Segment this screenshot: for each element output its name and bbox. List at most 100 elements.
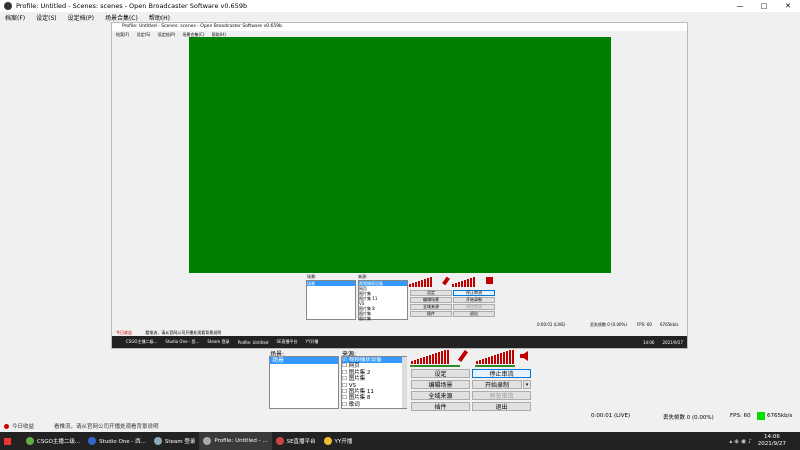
inner-status-message: 看推流，请从官网公司开播处观看背景说明: [145, 330, 222, 335]
source-name: 图片集: [348, 376, 366, 383]
stream-time: 0:00:01 (LIVE): [591, 413, 631, 419]
taskbar-item-label: Steam 登录: [164, 439, 196, 445]
edit-scene-button[interactable]: 编辑场景: [411, 380, 470, 389]
inner-window-title: Profile: Untitled - Scenes: scenes - Ope…: [122, 24, 282, 29]
taskbar-item-label: Profile: Untitled - ...: [214, 438, 268, 444]
title-bar: Profile: Untitled - Scenes: scenes - Ope…: [0, 0, 800, 12]
sources-list[interactable]: ☑ 视频捕获设备 ☐ 网页 ☐ 图片集 2 ☐ 图片集 ☐ VS ☐ 图片集 1…: [341, 356, 407, 409]
exit-button[interactable]: 退出: [472, 402, 531, 411]
inner-sources-list: 视频捕获设备 网页 图片集 图片集 11 VS 图片集 8 图片集 图片集: [358, 280, 408, 321]
dropped-frames: 丢失帧数 0 (0.00%): [663, 415, 714, 421]
taskbar-item-studio-one[interactable]: Studio One - 西...: [84, 432, 150, 450]
global-sources-button[interactable]: 全域来源: [411, 391, 470, 400]
checkbox-icon[interactable]: ☐: [342, 376, 347, 382]
stream-preview: [189, 37, 611, 273]
inner-menu-settings: 设定(S): [136, 32, 151, 37]
inner-menu-file: 档案(F): [116, 32, 130, 37]
bitrate-readout: 6765kb/s: [767, 413, 793, 419]
inner-global-sources-button: 全域来源: [410, 304, 452, 310]
inner-status-line: 今日收益 看推流，请从官网公司开播处观看背景说明: [112, 329, 687, 336]
checkbox-icon[interactable]: ☐: [342, 370, 347, 376]
record-options-dropdown[interactable]: ▾: [523, 380, 531, 389]
inner-title-bar: Profile: Untitled - Scenes: scenes - Ope…: [112, 23, 687, 31]
checkbox-icon[interactable]: ☐: [342, 363, 347, 369]
source-name: 歌词: [348, 401, 360, 408]
taskbar-item-csgo[interactable]: CSGO主播二级...: [22, 432, 84, 450]
notice-label: 今日收益: [12, 424, 35, 430]
inner-taskbar-item: SE直播平台: [276, 339, 298, 344]
fps-indicator: [757, 412, 765, 420]
inner-status-time: 0:00:01 (LIVE): [537, 322, 566, 327]
close-button[interactable]: ✕: [776, 0, 800, 12]
inner-plugins-button: 插件: [410, 311, 452, 317]
inner-start-record-button: 开始录制: [453, 297, 495, 303]
window-title: Profile: Untitled - Scenes: scenes - Ope…: [16, 2, 248, 10]
plugins-button[interactable]: 插件: [411, 402, 470, 411]
taskbar-item-label: Studio One - 西...: [99, 439, 146, 445]
inner-scenes-list: 场景: [306, 280, 356, 320]
notice-message: 看推流，请从官网公司开播处观看背景说明: [54, 424, 159, 430]
inner-speaker-icon: [486, 277, 493, 284]
source-name: 图片集 2: [348, 369, 371, 376]
checkbox-icon[interactable]: ☐: [342, 395, 347, 401]
microphone-icon[interactable]: [457, 349, 469, 363]
clock-date: 2021/9/27: [757, 441, 786, 447]
info-icon: [4, 423, 9, 429]
inner-taskbar-item: YY开播: [305, 339, 319, 344]
taskbar-item-obs[interactable]: Profile: Untitled - ...: [199, 432, 272, 450]
checkbox-icon[interactable]: ☐: [342, 402, 347, 408]
inner-edit-scene-button: 编辑场景: [410, 297, 452, 303]
desktop-audio-slider[interactable]: [410, 365, 460, 367]
menu-settings[interactable]: 设定(S): [36, 13, 57, 22]
inner-taskbar-item: CSGO主播二级...: [126, 339, 158, 344]
scene-item[interactable]: 场景: [270, 357, 338, 364]
inner-taskbar-date: 2021/9/27: [662, 339, 683, 345]
inner-preview-button: 预览串流: [453, 304, 495, 310]
inner-exit-button: 退出: [453, 311, 495, 317]
minimize-button[interactable]: —: [728, 0, 752, 12]
menu-profile[interactable]: 设定档(P): [68, 13, 94, 22]
clock[interactable]: 14:06 2021/9/27: [758, 434, 786, 448]
tray-icons[interactable]: ▴ ◈ ◉ ♪: [729, 438, 751, 445]
inner-taskbar-item: Steam 登录: [207, 339, 230, 344]
app-icon: [275, 437, 284, 445]
inner-settings-button: 设定: [410, 290, 452, 296]
settings-button[interactable]: 设定: [411, 369, 470, 378]
taskbar-item-label: YY开播: [334, 439, 353, 445]
clock-time: 14:06: [763, 434, 780, 440]
inner-audio-meter-mic: [452, 277, 476, 287]
taskbar-item-yy[interactable]: YY开播: [320, 432, 357, 450]
desktop-audio-meter: [411, 350, 450, 364]
notification-bar: 今日收益 看推流，请从官网公司开播处观看背景说明: [0, 422, 800, 430]
menu-file[interactable]: 档案(F): [5, 13, 25, 22]
chevron-down-icon: ▾: [525, 381, 529, 388]
source-item[interactable]: ☐ 歌词: [342, 402, 406, 408]
taskbar-item-steam[interactable]: Steam 登录: [150, 432, 200, 450]
inner-taskbar: CSGO主播二级... Studio One - 西... Steam 登录 P…: [112, 336, 687, 348]
preview-stream-button[interactable]: 预览串流: [472, 391, 531, 400]
menu-scene-collection[interactable]: 场景合集(C): [105, 13, 138, 22]
taskbar-item-se-platform[interactable]: SE直播平台: [272, 432, 320, 450]
stop-stream-button[interactable]: 停止串流: [472, 369, 531, 378]
inner-stop-stream-button: 停止串流: [453, 290, 495, 296]
scenes-list[interactable]: 场景: [269, 356, 339, 409]
taskbar-item-label: CSGO主播二级...: [37, 439, 81, 445]
source-name: 图片集 8: [348, 395, 371, 402]
inner-menu-profile: 设定档(P): [157, 32, 176, 37]
windows-start-icon[interactable]: [0, 432, 14, 450]
inner-audio-meter-desktop: [409, 277, 433, 287]
microphone-audio-slider[interactable]: [475, 365, 515, 367]
speaker-icon[interactable]: [520, 351, 528, 361]
inner-source-item: 图片集: [359, 316, 371, 321]
start-record-button[interactable]: 开始录制: [472, 380, 522, 389]
inner-status-dropped: 丢失帧数 0 (0.00%): [590, 322, 627, 327]
checkbox-icon[interactable]: ☐: [342, 383, 347, 389]
maximize-button[interactable]: □: [752, 0, 776, 12]
inner-scene-item: 场景: [307, 281, 355, 286]
app-icon: [203, 437, 212, 445]
menu-help[interactable]: 帮助(H): [149, 13, 170, 22]
inner-status-fps: FPS: 60: [637, 322, 652, 327]
sources-scrollbar[interactable]: [402, 357, 407, 408]
inner-status-notice: 今日收益: [116, 330, 132, 335]
app-icon: [26, 437, 34, 445]
